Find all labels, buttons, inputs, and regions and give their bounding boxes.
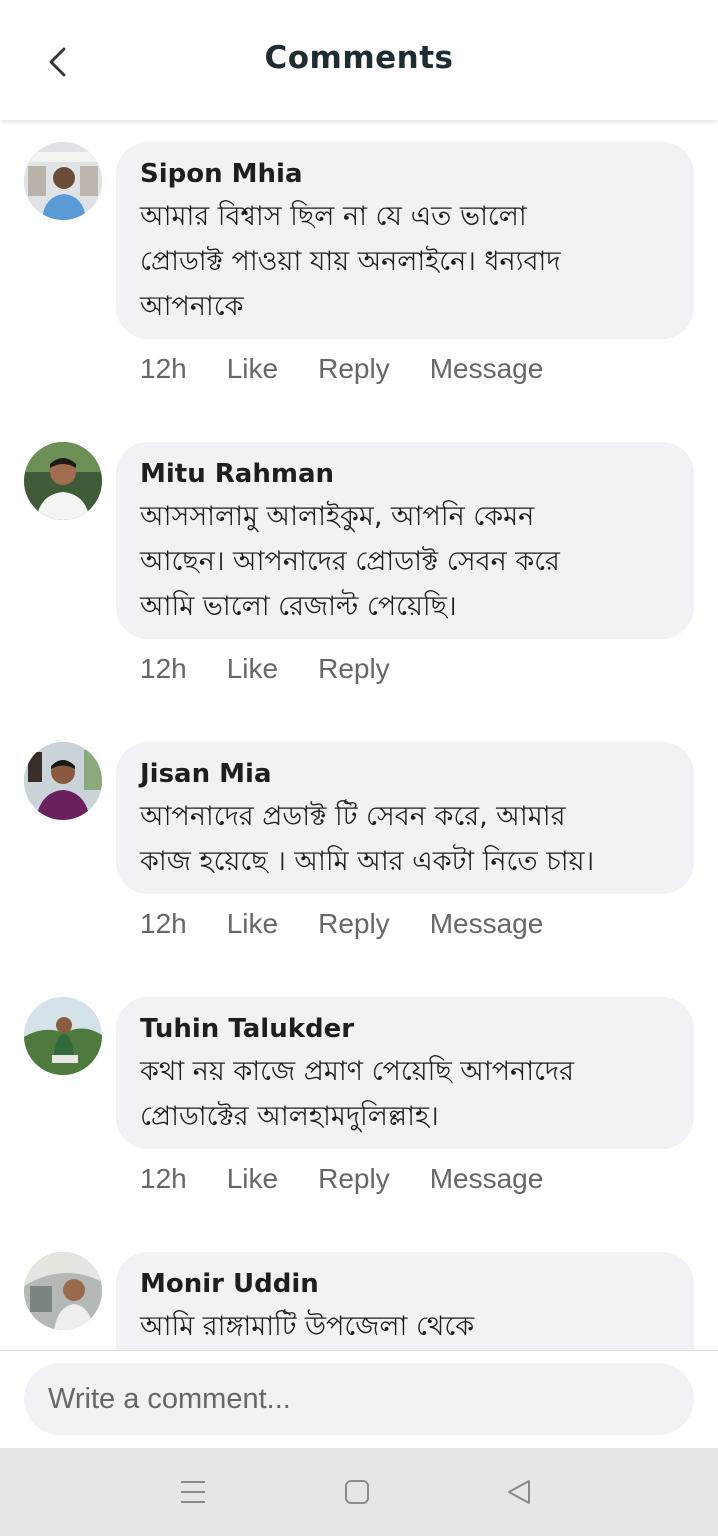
reply-button[interactable]: Reply — [318, 353, 390, 385]
comment-line: প্রোডাক্টের আলহামদুলিল্লাহ। — [140, 1101, 439, 1132]
avatar[interactable] — [24, 442, 102, 520]
comment-text: আসসালামু আলাইকুম, আপনি কেমন আছেন। আপনাদে… — [140, 494, 670, 629]
comment-text: কথা নয় কাজে প্রমাণ পেয়েছি আপনাদের প্রো… — [140, 1049, 670, 1139]
reply-button[interactable]: Reply — [318, 908, 390, 940]
commenter-name[interactable]: Mitu Rahman — [140, 456, 670, 492]
comment-line: আছেন। আপনাদের প্রোডাক্ট সেবন করে — [140, 546, 560, 577]
comment-actions: 12h Like Reply Message — [140, 904, 543, 944]
comment-text: আমার বিশ্বাস ছিল না যে এত ভালো প্রোডাক্ট… — [140, 194, 670, 329]
like-button[interactable]: Like — [227, 908, 278, 940]
comment-line: আমি রাঙ্গামাটি উপজেলা থেকে — [140, 1311, 475, 1342]
comments-feed[interactable]: Sipon Mhia আমার বিশ্বাস ছিল না যে এত ভাল… — [0, 120, 718, 1350]
like-button[interactable]: Like — [227, 1163, 278, 1195]
comment-line: আমার বিশ্বাস ছিল না যে এত ভালো — [140, 201, 527, 232]
message-button[interactable]: Message — [430, 353, 544, 385]
comment-line: আমি ভালো রেজাল্ট পেয়েছি। — [140, 591, 457, 622]
comment-actions: 12h Like Reply Message — [140, 349, 543, 389]
comment-text: আপনাদের প্রডাক্ট টি সেবন করে, আমার কাজ হ… — [140, 794, 670, 884]
like-button[interactable]: Like — [227, 353, 278, 385]
comment-actions: 12h Like Reply — [140, 649, 390, 689]
home-square-icon — [345, 1480, 369, 1504]
message-button[interactable]: Message — [430, 908, 544, 940]
comment-text: আমি রাঙ্গামাটি উপজেলা থেকে — [140, 1304, 670, 1349]
comment-line: আপনাকে — [140, 291, 244, 322]
menu-icon — [181, 1481, 205, 1503]
like-button[interactable]: Like — [227, 653, 278, 685]
comment-bubble[interactable]: Monir Uddin আমি রাঙ্গামাটি উপজেলা থেকে — [116, 1252, 694, 1350]
comment-line: কাজ হয়েছে । আমি আর একটা নিতে চায়। — [140, 846, 595, 877]
comment-line: আপনাদের প্রডাক্ট টি সেবন করে, আমার — [140, 801, 566, 832]
back-triangle-icon — [508, 1480, 530, 1504]
comment-time: 12h — [140, 653, 187, 684]
system-nav-bar — [0, 1448, 718, 1536]
comment-bubble[interactable]: Mitu Rahman আসসালামু আলাইকুম, আপনি কেমন … — [116, 442, 694, 639]
comment-line: প্রোডাক্ট পাওয়া যায় অনলাইনে। ধন্যবাদ — [140, 246, 561, 277]
comment-time: 12h — [140, 908, 187, 939]
app-header: Comments — [0, 0, 718, 120]
comment-actions: 12h Like Reply Message — [140, 1159, 543, 1199]
commenter-name[interactable]: Sipon Mhia — [140, 156, 670, 192]
reply-button[interactable]: Reply — [318, 1163, 390, 1195]
comment-bubble[interactable]: Tuhin Talukder কথা নয় কাজে প্রমাণ পেয়ে… — [116, 997, 694, 1149]
system-back-button[interactable] — [495, 1470, 543, 1514]
comment-line: কথা নয় কাজে প্রমাণ পেয়েছি আপনাদের — [140, 1056, 574, 1087]
comment-line: আসসালামু আলাইকুম, আপনি কেমন — [140, 501, 535, 532]
comment-composer: Write a comment... — [0, 1350, 718, 1449]
recent-apps-button[interactable] — [169, 1470, 217, 1514]
reply-button[interactable]: Reply — [318, 653, 390, 685]
comment-input[interactable]: Write a comment... — [24, 1363, 694, 1435]
avatar[interactable] — [24, 142, 102, 220]
comment-time: 12h — [140, 1163, 187, 1194]
avatar[interactable] — [24, 1252, 102, 1330]
comment-time: 12h — [140, 353, 187, 384]
comment-bubble[interactable]: Sipon Mhia আমার বিশ্বাস ছিল না যে এত ভাল… — [116, 142, 694, 339]
commenter-name[interactable]: Monir Uddin — [140, 1266, 670, 1302]
page-title: Comments — [264, 40, 454, 76]
avatar[interactable] — [24, 997, 102, 1075]
home-button[interactable] — [333, 1470, 381, 1514]
commenter-name[interactable]: Jisan Mia — [140, 756, 670, 792]
avatar[interactable] — [24, 742, 102, 820]
comment-bubble[interactable]: Jisan Mia আপনাদের প্রডাক্ট টি সেবন করে, … — [116, 742, 694, 894]
commenter-name[interactable]: Tuhin Talukder — [140, 1011, 670, 1047]
message-button[interactable]: Message — [430, 1163, 544, 1195]
